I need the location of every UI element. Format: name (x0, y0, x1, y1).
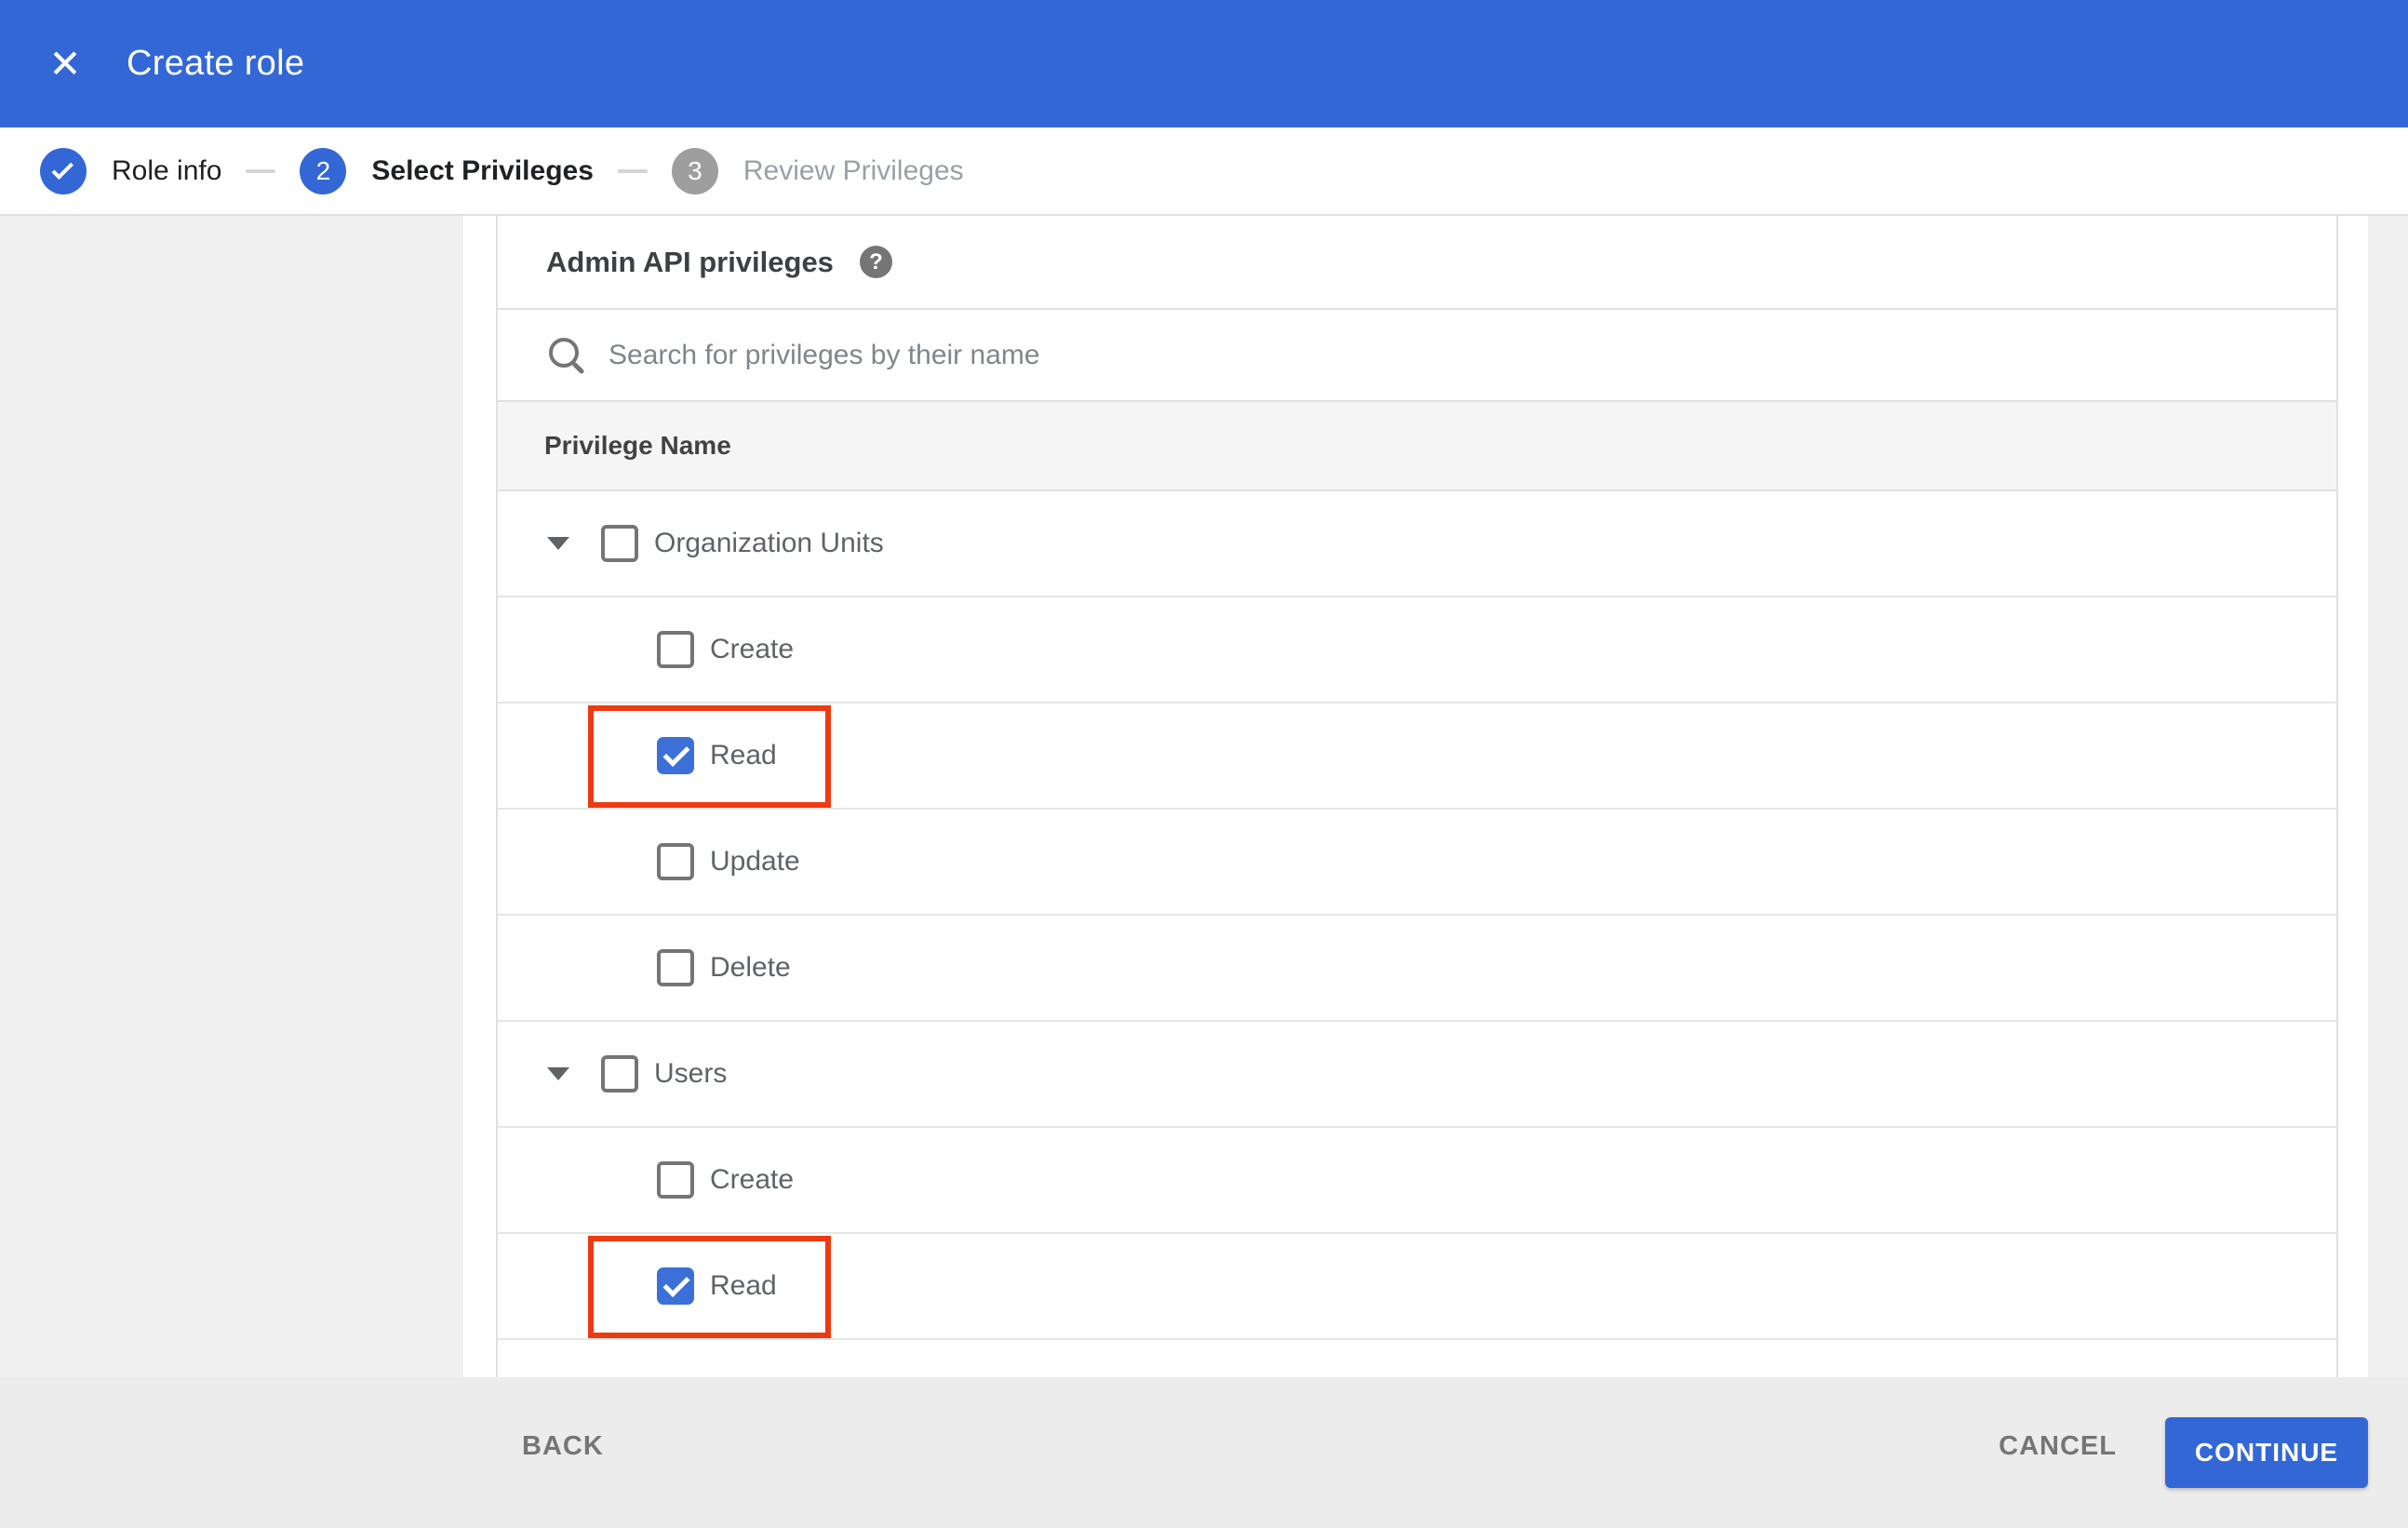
privilege-row-delete: Delete (498, 916, 2336, 1022)
step-number-badge: 3 (671, 147, 718, 194)
privilege-label: Users (654, 1058, 728, 1089)
checkbox[interactable] (657, 949, 694, 986)
search-bar (498, 310, 2336, 402)
table-header-row: Privilege Name (498, 402, 2336, 491)
privilege-row-create: Create (498, 1128, 2336, 1234)
cancel-button[interactable]: CANCEL (1999, 1431, 2117, 1462)
privilege-row-users: Users (498, 1022, 2336, 1128)
search-icon (546, 335, 587, 376)
step-review-privileges[interactable]: 3 Review Privileges (671, 147, 964, 194)
privilege-row-organization-units: Organization Units (498, 491, 2336, 597)
privilege-label: Organization Units (654, 528, 884, 558)
privilege-label: Create (710, 1164, 795, 1195)
continue-button[interactable]: CONTINUE (2165, 1417, 2368, 1488)
checked-checkbox[interactable] (657, 737, 694, 774)
step-role-info[interactable]: Role info (40, 147, 222, 194)
step-number-badge: 2 (300, 147, 347, 194)
privilege-row-read: Read (498, 1234, 2336, 1340)
create-role-dialog: ✕ Create role Role info 2 Select Privile… (0, 0, 2408, 1528)
stepper: Role info 2 Select Privileges 3 Review P… (0, 127, 2408, 216)
checkmark-icon (51, 157, 74, 181)
checkbox[interactable] (601, 1055, 638, 1092)
privilege-label: Read (710, 1270, 777, 1301)
back-button[interactable]: BACK (522, 1431, 604, 1462)
privilege-row-update: Update (498, 810, 2336, 916)
privilege-label: Read (710, 740, 777, 771)
step-label: Select Privileges (371, 154, 594, 186)
page-title: Create role (127, 44, 305, 83)
step-connector (246, 168, 276, 173)
step-label: Role info (112, 154, 222, 186)
app-bar: ✕ Create role (0, 0, 2408, 127)
privilege-label: Delete (710, 952, 791, 983)
privileges-panel: Admin API privileges ? Privilege Name Or… (496, 216, 2338, 1377)
privileges-card: Admin API privileges ? Privilege Name Or… (463, 216, 2368, 1377)
step-label: Review Privileges (742, 154, 964, 186)
checkbox[interactable] (657, 631, 694, 668)
step-complete-icon (40, 147, 87, 194)
checkbox[interactable] (657, 1161, 694, 1199)
step-connector (617, 168, 648, 173)
privilege-label: Create (710, 634, 795, 664)
checkbox[interactable] (601, 525, 638, 562)
privilege-row-read: Read (498, 704, 2336, 810)
section-header: Admin API privileges ? (498, 216, 2336, 310)
checkbox[interactable] (657, 843, 694, 880)
privilege-label: Update (710, 846, 800, 877)
help-icon[interactable]: ? (859, 246, 892, 278)
step-select-privileges[interactable]: 2 Select Privileges (300, 147, 594, 194)
privilege-row-create: Create (498, 597, 2336, 704)
checked-checkbox[interactable] (657, 1267, 694, 1305)
expand-arrow-icon[interactable] (547, 537, 569, 550)
section-title: Admin API privileges (546, 245, 834, 278)
search-input[interactable] (609, 339, 2336, 371)
table-header-label: Privilege Name (544, 431, 731, 460)
close-icon[interactable]: ✕ (45, 44, 86, 85)
privilege-rows: Organization Units Create Read Update Delete… (498, 491, 2336, 1340)
expand-arrow-icon[interactable] (547, 1067, 569, 1080)
